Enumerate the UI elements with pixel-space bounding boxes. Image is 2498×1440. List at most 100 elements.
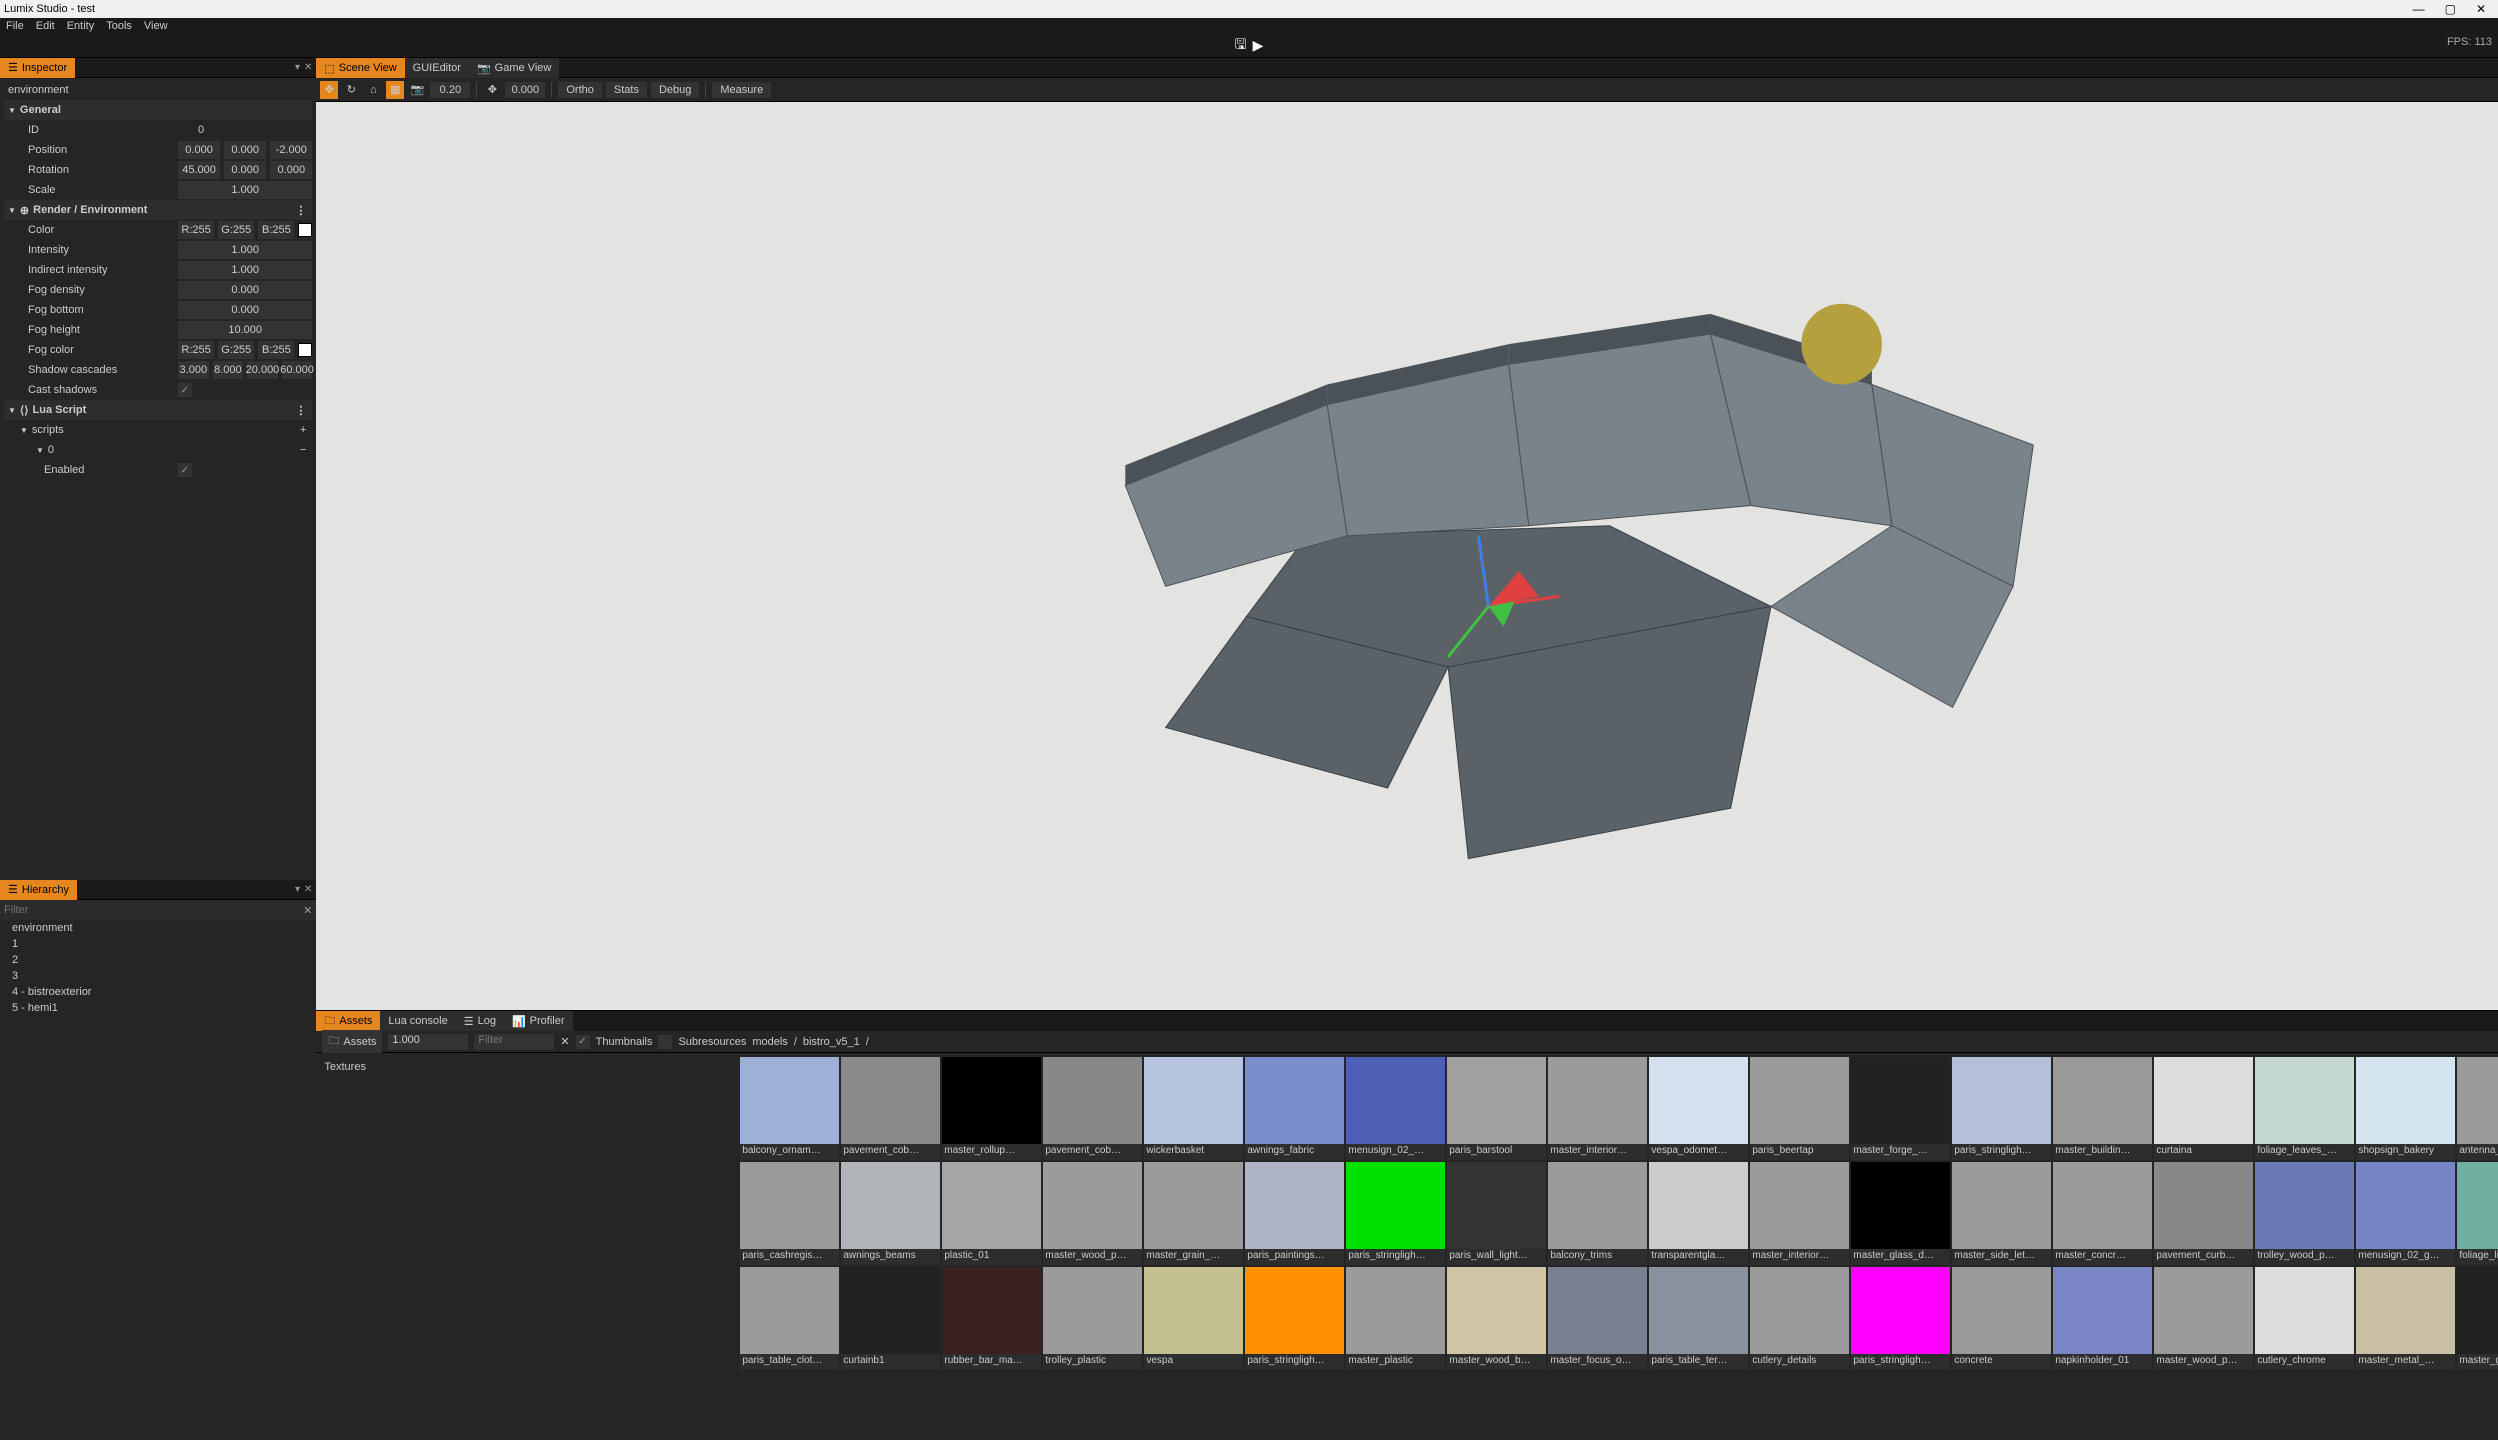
asset-thumb[interactable]: master_grain_… xyxy=(1144,1162,1243,1265)
asset-thumb[interactable]: paris_cashregis… xyxy=(740,1162,839,1265)
asset-thumb[interactable]: cutlery_chrome xyxy=(2255,1267,2354,1370)
clear-icon[interactable]: ✕ xyxy=(560,1035,569,1048)
cascade-3[interactable]: 60.000 xyxy=(282,361,313,379)
pos-x[interactable]: 0.000 xyxy=(178,141,220,159)
close-icon[interactable]: ✕ xyxy=(304,62,312,73)
pos-z[interactable]: -2.000 xyxy=(270,141,312,159)
hier-item[interactable]: 1 xyxy=(0,936,316,952)
asset-thumb[interactable]: master_buildin… xyxy=(2053,1057,2152,1160)
asset-thumb[interactable]: master_metal_… xyxy=(2356,1267,2455,1370)
asset-thumb[interactable]: master_forge_… xyxy=(1851,1057,1950,1160)
menu-file[interactable]: File xyxy=(6,20,24,32)
asset-thumb[interactable]: transparentgla… xyxy=(1649,1162,1748,1265)
asset-thumb[interactable]: master_rollup… xyxy=(942,1057,1041,1160)
menu-tools[interactable]: Tools xyxy=(106,20,132,32)
step-input[interactable]: 0.000 xyxy=(505,82,545,98)
fog-bottom[interactable]: 0.000 xyxy=(178,301,312,319)
asset-thumb[interactable]: master_wood_b… xyxy=(1447,1267,1546,1370)
scale[interactable]: 1.000 xyxy=(178,181,312,199)
color-b[interactable]: B:255 xyxy=(258,221,294,239)
asset-thumb[interactable]: paris_wall_light… xyxy=(1447,1162,1546,1265)
minimize-button[interactable]: — xyxy=(2413,2,2425,16)
asset-thumb[interactable]: pavement_cob… xyxy=(841,1057,940,1160)
asset-thumb[interactable]: master_wood_p… xyxy=(2154,1267,2253,1370)
asset-thumb[interactable]: napkinholder_01 xyxy=(2053,1267,2152,1370)
close-icon[interactable]: ✕ xyxy=(304,884,312,895)
asset-thumb[interactable]: wickerbasket xyxy=(1144,1057,1243,1160)
asset-thumb[interactable]: master_glass_d… xyxy=(1851,1162,1950,1265)
hier-item[interactable]: 4 - bistroexterior xyxy=(0,984,316,1000)
3d-viewport[interactable] xyxy=(316,102,2498,1010)
fogcolor-b[interactable]: B:255 xyxy=(258,341,294,359)
close-button[interactable]: ✕ xyxy=(2476,2,2486,16)
dropdown-icon[interactable]: ▾ xyxy=(295,884,300,895)
asset-thumb[interactable]: curtainb1 xyxy=(841,1267,940,1370)
asset-thumb[interactable]: rubber_bar_ma… xyxy=(942,1267,1041,1370)
rotate-tool-icon[interactable]: ↻ xyxy=(342,81,360,99)
indirect-intensity[interactable]: 1.000 xyxy=(178,261,312,279)
dropdown-icon[interactable]: ▾ xyxy=(295,62,300,73)
asset-thumb[interactable]: foliage_leaves_… xyxy=(2255,1057,2354,1160)
asset-thumb[interactable]: master_side_let… xyxy=(1952,1162,2051,1265)
fogcolor-swatch[interactable] xyxy=(298,343,312,357)
asset-thumb[interactable]: master_interior… xyxy=(1750,1162,1849,1265)
subresources-checkbox[interactable] xyxy=(658,1035,672,1049)
asset-thumb[interactable]: paris_table_ter… xyxy=(1649,1267,1748,1370)
inspector-tab[interactable]: ☰ Inspector xyxy=(0,58,75,78)
tab-lua-console[interactable]: Lua console xyxy=(380,1011,455,1031)
asset-thumb[interactable]: pavement_curb… xyxy=(2154,1162,2253,1265)
asset-thumb[interactable]: paris_stringligh… xyxy=(1851,1267,1950,1370)
move-tool-icon[interactable]: ✥ xyxy=(320,81,338,99)
fog-density[interactable]: 0.000 xyxy=(178,281,312,299)
asset-thumb[interactable]: master_plastic xyxy=(1346,1267,1445,1370)
filter-input[interactable] xyxy=(4,904,303,916)
hier-item[interactable]: 3 xyxy=(0,968,316,984)
asset-thumb[interactable]: shopsign_bakery xyxy=(2356,1057,2455,1160)
asset-thumb[interactable]: paris_stringligh… xyxy=(1952,1057,2051,1160)
asset-thumb[interactable]: master_glass_e… xyxy=(2457,1267,2498,1370)
menu-entity[interactable]: Entity xyxy=(67,20,95,32)
cascade-1[interactable]: 8.000 xyxy=(213,361,244,379)
asset-thumb[interactable]: master_wood_p… xyxy=(1043,1162,1142,1265)
asset-thumb[interactable]: menusign_02_… xyxy=(1346,1057,1445,1160)
maximize-button[interactable]: ▢ xyxy=(2445,2,2456,16)
tab-log[interactable]: ☰Log xyxy=(456,1011,504,1031)
asset-thumb[interactable]: antenna_metal xyxy=(2457,1057,2498,1160)
asset-thumb[interactable]: cutlery_details xyxy=(1750,1267,1849,1370)
tab-game-view[interactable]: 📷Game View xyxy=(469,58,559,78)
home-icon[interactable]: ⌂ xyxy=(364,81,382,99)
tab-assets[interactable]: 🗀Assets xyxy=(316,1011,380,1031)
measure-button[interactable]: Measure xyxy=(712,82,771,98)
debug-button[interactable]: Debug xyxy=(651,82,699,98)
asset-thumb[interactable]: paris_table_clot… xyxy=(740,1267,839,1370)
general-header[interactable]: ▼General xyxy=(4,100,312,120)
asset-thumb[interactable]: plastic_01 xyxy=(942,1162,1041,1265)
intensity[interactable]: 1.000 xyxy=(178,241,312,259)
lua-header[interactable]: ▼⟨⟩Lua Script⋮ xyxy=(4,400,312,420)
asset-thumb[interactable]: menusign_02_g… xyxy=(2356,1162,2455,1265)
cast-shadows-checkbox[interactable] xyxy=(178,383,192,397)
render-env-header[interactable]: ▼⊕Render / Environment⋮ xyxy=(4,200,312,220)
add-icon[interactable]: + xyxy=(300,424,312,436)
asset-thumb[interactable]: foliage_linde_tr… xyxy=(2457,1162,2498,1265)
menu-view[interactable]: View xyxy=(144,20,168,32)
speed-input[interactable]: 0.20 xyxy=(430,82,470,98)
fogcolor-g[interactable]: G:255 xyxy=(218,341,254,359)
play-icon[interactable]: ▶ xyxy=(1253,37,1264,54)
asset-thumb[interactable]: curtaina xyxy=(2154,1057,2253,1160)
filter-input[interactable]: 1.000 xyxy=(388,1034,468,1050)
enabled-checkbox[interactable] xyxy=(178,463,192,477)
tab-scene-view[interactable]: ⬚Scene View xyxy=(316,58,404,78)
menu-edit[interactable]: Edit xyxy=(36,20,55,32)
tab-profiler[interactable]: 📊Profiler xyxy=(504,1011,573,1031)
hier-item[interactable]: environment xyxy=(0,920,316,936)
thumbnails-checkbox[interactable] xyxy=(576,1035,590,1049)
asset-thumb[interactable]: trolley_wood_p… xyxy=(2255,1162,2354,1265)
asset-thumb[interactable]: paris_stringligh… xyxy=(1245,1267,1344,1370)
cascade-2[interactable]: 20.000 xyxy=(247,361,278,379)
tab-gui-editor[interactable]: GUIEditor xyxy=(405,58,469,78)
breadcrumb[interactable]: models xyxy=(752,1036,787,1048)
breadcrumb[interactable]: bistro_v5_1 xyxy=(803,1036,860,1048)
stats-button[interactable]: Stats xyxy=(606,82,647,98)
zoom-input[interactable]: 🗀Assets xyxy=(322,1030,382,1053)
